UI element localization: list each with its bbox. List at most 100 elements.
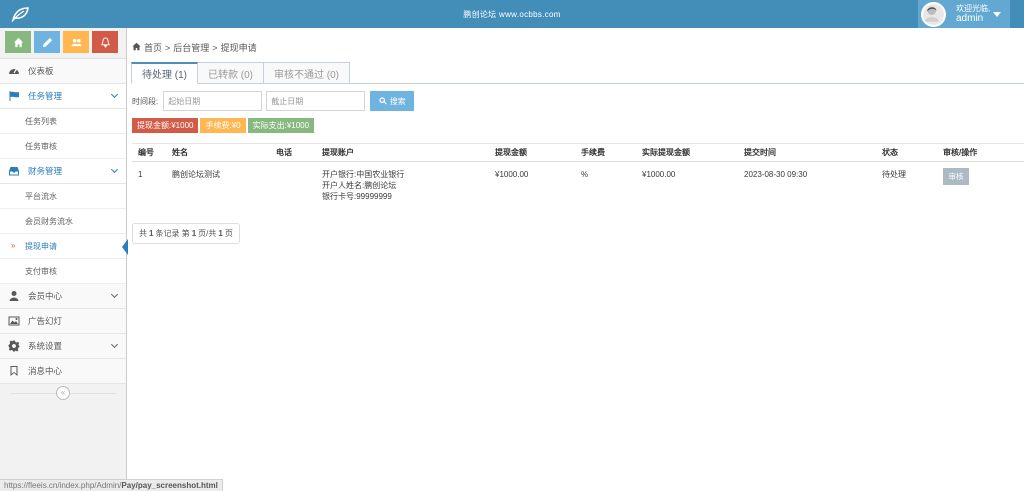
- date-filter: 时间段: 起始日期 截止日期 搜索: [132, 91, 415, 111]
- sidebar-item-task-audit[interactable]: 任务审核: [0, 134, 126, 159]
- cell-status: 待处理: [882, 170, 906, 179]
- sidebar-item-task-list[interactable]: 任务列表: [0, 109, 126, 134]
- flag-icon: [9, 91, 19, 101]
- tab-rejected[interactable]: 审核不通过 (0): [264, 62, 350, 84]
- pagination-info: 共 1 条记录 第 1 页/共 1 页: [132, 223, 240, 244]
- avatar: [921, 1, 946, 27]
- sidebar-item-ad-slides[interactable]: 广告幻灯: [0, 309, 126, 334]
- pencil-shortcut-button[interactable]: [34, 31, 60, 53]
- sidebar-item-task-management[interactable]: 任务管理: [0, 84, 126, 109]
- sidebar-item-label: 广告幻灯: [28, 316, 63, 326]
- chevron-down-icon: [110, 290, 119, 299]
- home-icon: [132, 42, 141, 53]
- sidebar-item-label: 提现申请: [25, 241, 57, 251]
- breadcrumb: 首页 > 后台管理 > 提现申请: [132, 41, 257, 54]
- audit-button[interactable]: 审核: [943, 168, 969, 185]
- user-menu[interactable]: 欢迎光临, admin: [918, 0, 1010, 28]
- sidebar-item-label: 任务列表: [25, 116, 57, 126]
- breadcrumb-admin[interactable]: 后台管理: [173, 41, 209, 54]
- browser-status-bar: https://fleeis.cn/index.php/Admin/Pay/pa…: [0, 479, 223, 491]
- bookmark-icon: [10, 366, 18, 376]
- sidebar-item-label: 系统设置: [28, 341, 63, 351]
- breadcrumb-separator: >: [212, 42, 218, 53]
- sidebar-item-finance-management[interactable]: 财务管理: [0, 159, 126, 184]
- main-content: 首页 > 后台管理 > 提现申请 待处理 (1) 已转款 (0) 审核不通过 (…: [128, 28, 1024, 491]
- tab-transferred[interactable]: 已转款 (0): [198, 62, 264, 84]
- users-shortcut-button[interactable]: [63, 31, 89, 53]
- column-header: 姓名: [172, 143, 276, 162]
- column-header: 审核/操作: [943, 143, 1024, 162]
- breadcrumb-separator: >: [165, 42, 171, 53]
- sidebar-nav: 仪表板 任务管理 任务列表 任务审核 财务管理 平台流水 会员财务流水 » 提现…: [0, 58, 128, 384]
- column-header: 手续费: [581, 143, 642, 162]
- sidebar-item-withdraw-apply[interactable]: » 提现申请: [0, 234, 128, 259]
- tab-pending[interactable]: 待处理 (1): [131, 62, 198, 84]
- column-header: 编号: [132, 143, 172, 162]
- start-date-input[interactable]: 起始日期: [163, 91, 263, 111]
- site-title: 鹏创论坛 www.ocbbs.com: [463, 10, 561, 19]
- sidebar: 仪表板 任务管理 任务列表 任务审核 财务管理 平台流水 会员财务流水 » 提现…: [0, 28, 128, 491]
- sidebar-item-label: 平台流水: [25, 191, 57, 201]
- pager-text: 页/共: [198, 229, 217, 238]
- search-button-label: 搜索: [389, 96, 406, 106]
- chevron-down-icon: [110, 165, 119, 174]
- sidebar-item-label: 会员中心: [28, 291, 63, 301]
- top-navbar: 鹏创论坛 www.ocbbs.com 欢迎光临, admin: [0, 0, 1024, 28]
- username: admin: [956, 13, 984, 24]
- column-header: 实际提现金额: [642, 143, 744, 162]
- shortcut-buttons: [0, 28, 126, 58]
- account-holder: 开户人姓名:鹏创论坛: [322, 181, 397, 190]
- pager-page: 1: [191, 229, 197, 238]
- fee-badge: 手续费:¥0: [200, 118, 246, 133]
- sidebar-item-platform-flow[interactable]: 平台流水: [0, 184, 126, 209]
- sidebar-item-dashboard[interactable]: 仪表板: [0, 59, 126, 84]
- cell-account: 开户银行:中国农业银行 开户人姓名:鹏创论坛 银行卡号:99999999: [322, 162, 495, 212]
- search-button[interactable]: 搜索: [370, 91, 415, 111]
- cell-amount: ¥1000.00: [495, 170, 529, 179]
- table-header: 编号 姓名 电话 提现账户 提现金额 手续费 实际提现金额 提交时间 状态 审核…: [132, 143, 1024, 162]
- time-range-label: 时间段:: [132, 96, 159, 106]
- pencil-icon: [42, 37, 52, 47]
- bell-shortcut-button[interactable]: [92, 31, 118, 53]
- sidebar-item-member-center[interactable]: 会员中心: [0, 284, 126, 309]
- caret-down-icon: [993, 12, 1001, 17]
- sidebar-item-member-flow[interactable]: 会员财务流水: [0, 209, 126, 234]
- home-icon: [13, 37, 23, 47]
- sidebar-item-label: 支付审核: [25, 266, 57, 276]
- chevron-down-icon: [110, 340, 119, 349]
- sidebar-item-label: 财务管理: [28, 166, 63, 176]
- sidebar-item-label: 会员财务流水: [25, 216, 73, 226]
- column-header: 提交时间: [744, 143, 882, 162]
- cell-id: 1: [138, 170, 143, 179]
- breadcrumb-home[interactable]: 首页: [144, 41, 162, 54]
- users-icon: [70, 38, 82, 46]
- pager-total: 1: [149, 229, 154, 238]
- end-date-input[interactable]: 截止日期: [266, 91, 366, 111]
- summary-badges: 提现金额:¥1000 手续费:¥0 实际支出:¥1000: [132, 118, 315, 133]
- sidebar-item-pay-audit[interactable]: 支付审核: [0, 259, 126, 284]
- double-chevron-left-icon[interactable]: «: [56, 386, 70, 400]
- sidebar-item-system-settings[interactable]: 系统设置: [0, 334, 126, 359]
- column-header: 状态: [882, 143, 943, 162]
- home-shortcut-button[interactable]: [5, 31, 31, 53]
- sidebar-item-message-center[interactable]: 消息中心: [0, 359, 126, 384]
- sidebar-collapse: «: [0, 384, 126, 404]
- pager-pages: 1: [218, 229, 223, 238]
- account-card: 银行卡号:99999999: [322, 192, 392, 201]
- bell-icon: [100, 36, 110, 48]
- column-header: 电话: [276, 143, 322, 162]
- sidebar-item-label: 任务审核: [25, 141, 57, 151]
- sidebar-item-label: 仪表板: [28, 66, 54, 76]
- pager-text: 条记录 第: [155, 229, 190, 238]
- picture-icon: [8, 316, 20, 326]
- cell-phone: [276, 162, 322, 212]
- cell-fee: %: [581, 170, 589, 179]
- pager-text: 页: [224, 229, 233, 238]
- breadcrumb-current: 提现申请: [220, 43, 257, 53]
- column-header: 提现金额: [495, 143, 581, 162]
- cell-action: 审核: [943, 162, 1024, 212]
- table-row: 1 鹏创论坛测试 开户银行:中国农业银行 开户人姓名:鹏创论坛 银行卡号:999…: [132, 162, 1024, 212]
- sidebar-item-label: 消息中心: [28, 366, 63, 376]
- status-url-bold: Pay/pay_screenshot.html: [121, 481, 218, 490]
- withdraw-amount-badge: 提现金额:¥1000: [132, 118, 199, 133]
